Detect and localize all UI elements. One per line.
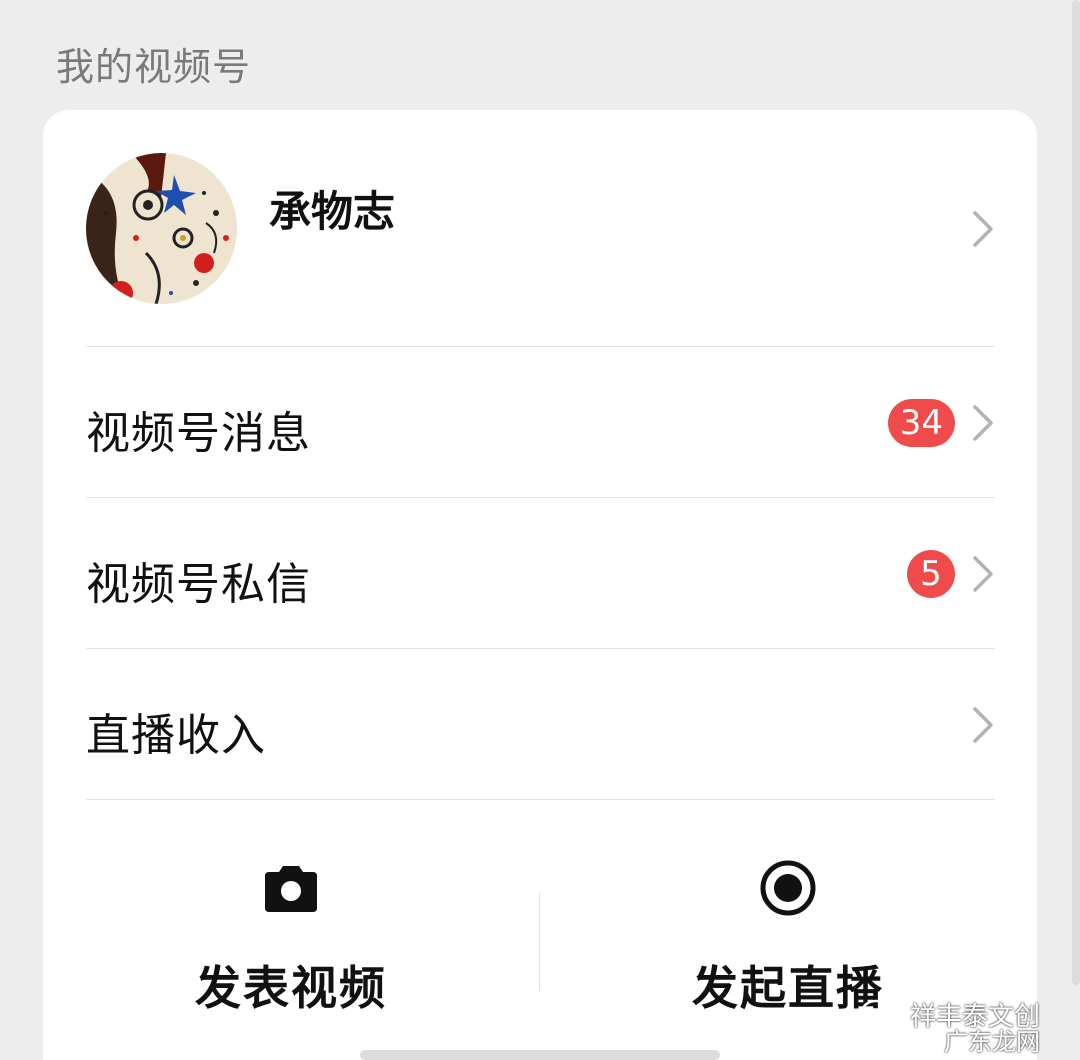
profile-name: 承物志 [269,187,396,236]
unread-badge: 34 [887,399,955,447]
menu-item-label: 视频号私信 [86,559,311,610]
menu-item-live-income[interactable]: 直播收入 [43,649,1037,799]
scrollbar[interactable] [1072,0,1080,985]
post-video-button[interactable]: 发表视频 [43,800,539,1020]
chevron-right-icon [971,554,995,594]
page: 我的视频号 承物志 视频号消息 34 视频号私信 5 直播收入 发表视频 发起直… [0,0,1080,1060]
chevron-right-icon [971,705,995,745]
wechat-logo-icon [860,998,902,1032]
unread-badge: 5 [907,550,955,598]
chevron-right-icon [971,403,995,443]
profile-row[interactable]: 承物志 [43,110,1037,347]
record-icon [758,858,818,918]
camera-icon [261,858,321,918]
avatar [86,153,237,304]
start-live-button[interactable]: 发起直播 [540,800,1036,1020]
chevron-right-icon [971,209,995,249]
abstract-art-avatar-icon [86,153,237,304]
menu-item-channel-private-messages[interactable]: 视频号私信 5 [43,498,1037,648]
menu-item-label: 直播收入 [86,710,266,761]
channels-card: 承物志 视频号消息 34 视频号私信 5 直播收入 发表视频 发起直播 [43,110,1037,1060]
watermark-text: 广东龙网 [944,1028,1040,1056]
home-indicator [360,1050,720,1060]
menu-item-label: 视频号消息 [86,408,311,459]
post-video-label: 发表视频 [195,961,387,1015]
section-title: 我的视频号 [56,45,252,89]
menu-item-channel-messages[interactable]: 视频号消息 34 [43,347,1037,497]
watermark: 祥丰泰文创 广东龙网 [860,996,1070,1056]
